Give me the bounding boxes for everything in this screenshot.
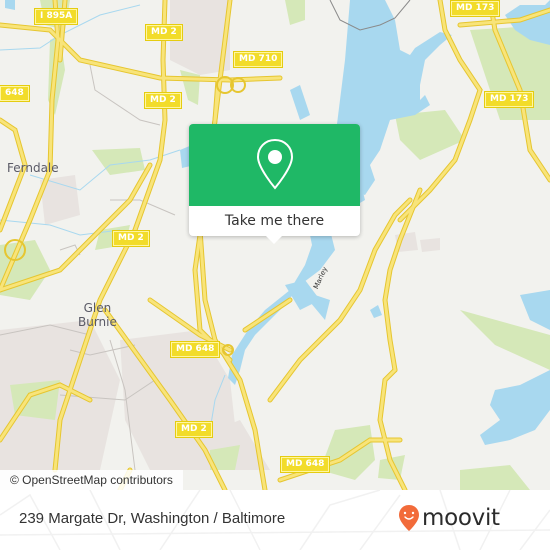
- take-me-there-button[interactable]: Take me there: [189, 206, 360, 236]
- map[interactable]: I 895A MD 2 MD 710 648 MD 2 MD 173 MD 17…: [0, 0, 550, 490]
- road-shield-md173: MD 173: [483, 91, 535, 108]
- place-label-ferndale: Ferndale: [7, 161, 59, 175]
- footer: 239 Margate Dr, Washington / Baltimore m…: [0, 490, 550, 550]
- road-shield-md648: MD 648: [169, 341, 221, 358]
- road-shield-i895a: I 895A: [33, 8, 79, 25]
- moovit-logo[interactable]: moovit: [398, 504, 500, 532]
- road-shield-md2: MD 2: [112, 230, 150, 247]
- place-label-glen-burnie: Glen Burnie: [78, 301, 117, 329]
- road-shield-md648: 648: [0, 85, 30, 102]
- popup-header: [189, 124, 360, 206]
- road-shield-md2: MD 2: [145, 24, 183, 41]
- map-pin-icon: [256, 138, 293, 190]
- road-shield-md2: MD 2: [144, 92, 182, 109]
- map-canvas: [0, 0, 550, 490]
- road-shield-md173: MD 173: [449, 0, 501, 17]
- moovit-pin-icon: [399, 505, 419, 531]
- road-shield-md2: MD 2: [175, 421, 213, 438]
- map-attribution[interactable]: © OpenStreetMap contributors: [0, 470, 183, 490]
- road-shield-md710: MD 710: [232, 51, 284, 68]
- moovit-wordmark: moovit: [422, 505, 500, 531]
- address-text: 239 Margate Dr, Washington / Baltimore: [19, 510, 286, 527]
- popup-pointer: [266, 236, 282, 244]
- location-popup: Take me there: [189, 124, 360, 244]
- road-shield-md648: MD 648: [279, 456, 331, 473]
